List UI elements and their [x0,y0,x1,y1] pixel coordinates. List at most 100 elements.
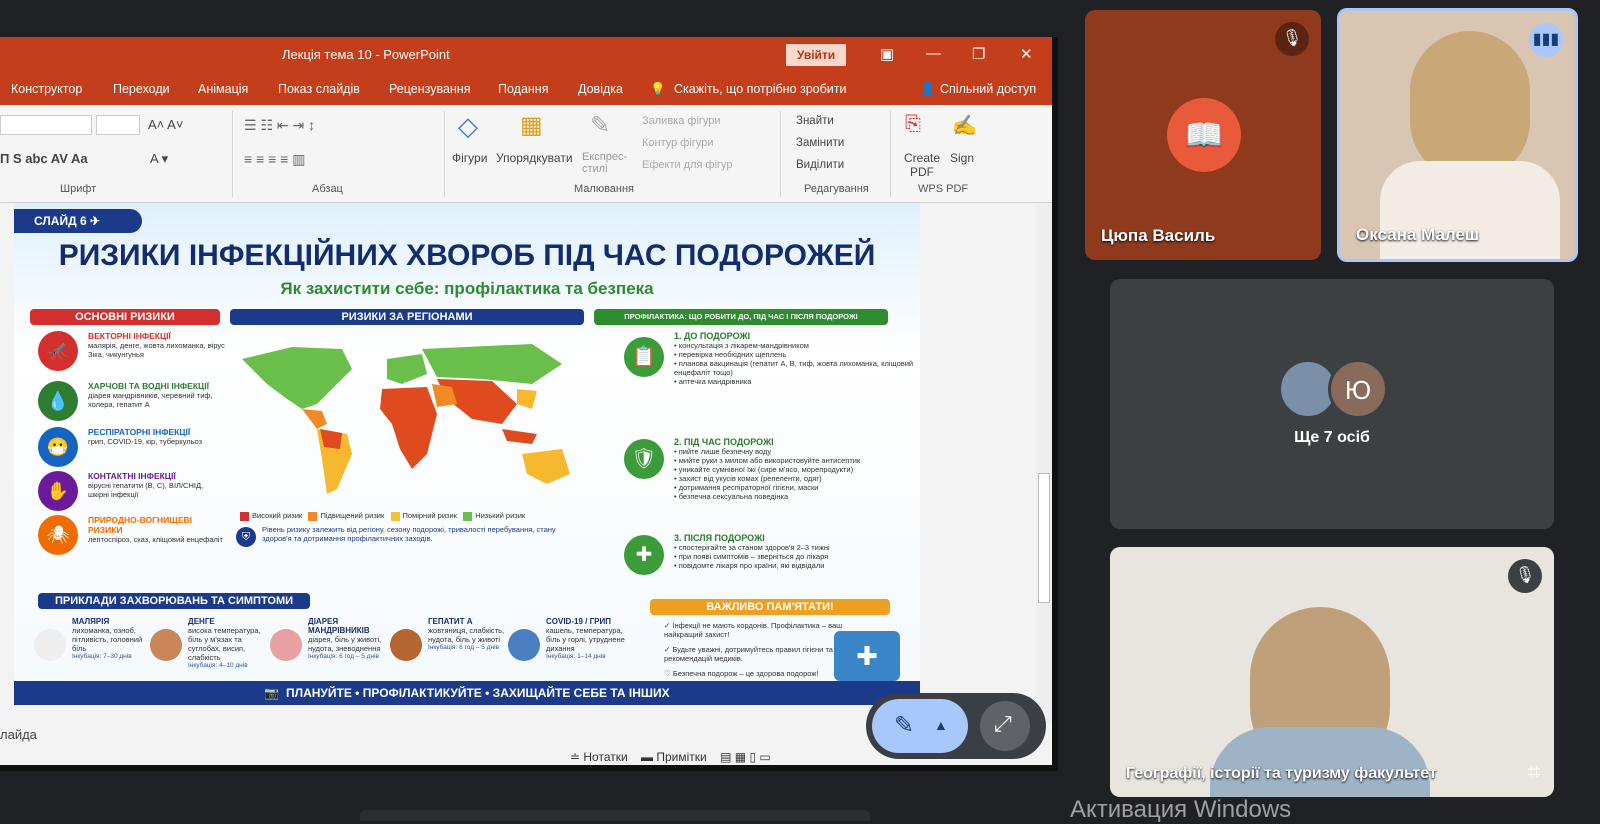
title-bar: Лекція тема 10 - PowerPoint Увійти ▣ — ❐… [0,37,1052,71]
group-editing-label: Редагування [804,183,869,195]
shapes-button[interactable]: Фігури [452,151,487,165]
liver-icon [390,629,422,661]
step-item: безпечна сексуальна поведінка [678,492,789,501]
comments-button[interactable]: ▬ Примітки [641,750,707,764]
disease-symptoms: висока температура, біль у м'язах та суг… [188,626,261,662]
find-button[interactable]: Знайти [796,115,834,127]
first-aid-kit-icon: ✚ [834,631,900,681]
risk-title: ПРИРОДНО-ВОГНИЩЕВІ РИЗИКИ [88,515,193,535]
shape-fill-button[interactable]: Заливка фігури [642,115,721,127]
grow-font-icon[interactable]: A˄ A˅ [148,117,183,132]
notes-button[interactable]: ≐ Нотатки [570,750,628,764]
view-buttons[interactable]: ▤ ▦ ▯ ▭ [720,750,771,764]
tab-slideshow[interactable]: Показ слайдів [278,82,360,96]
annotate-button[interactable]: ✎ ▲ [872,699,968,753]
disease-name: МАЛЯРІЯ [72,617,110,626]
disease-symptoms: жовтяниця, слабкість, нудота, біль у жив… [428,626,505,644]
close-icon[interactable]: ✕ [1020,45,1033,63]
disease-name: ДЕНГЕ [188,617,215,626]
participant-tile[interactable]: 🎙 Географії, історії та туризму факульте… [1110,547,1554,797]
shape-outline-button[interactable]: Контур фігури [642,137,713,149]
font-color-icon[interactable]: A ▾ [150,151,168,167]
tell-me-search[interactable]: Скажіть, що потрібно зробити [674,82,847,96]
shapes-icon[interactable]: ◇ [458,111,478,142]
pen-icon: ✎ [894,712,915,739]
water-drop-icon: 💧 [38,381,78,421]
legend-label: Низький ризик [475,511,526,520]
shield-icon: ⛨ [236,527,256,547]
speaking-indicator-icon: ▮▮▮ [1529,23,1563,57]
tab-design[interactable]: Конструктор [11,82,82,96]
camera-icon: 📷 [264,686,280,700]
slide-footer: 📷 ПЛАНУЙТЕ • ПРОФІЛАКТИКУЙТЕ • ЗАХИЩАЙТЕ… [14,681,920,705]
align-icons[interactable]: ≡ ≡ ≡ ≡ ▥ [244,151,305,168]
skin-rash-icon [150,629,182,661]
group-font-label: Шрифт [60,183,97,195]
slide-canvas[interactable]: СЛАЙД 6 ✈ РИЗИКИ ІНФЕКЦІЙНИХ ХВОРОБ ПІД … [14,203,920,705]
disease-name: ГЕПАТИТ А [428,617,473,626]
replace-button[interactable]: Замінити [796,137,844,149]
risk-item: 🦟 ВЕКТОРНІ ІНФЕКЦІЇ малярія, денге, жовта … [38,331,228,379]
disease-incubation: Інкубація: 7–30 днів [72,653,132,660]
separator [444,111,445,197]
risk-text: вірусні гепатити (В, С), ВІЛ/СНІД, шкірн… [88,481,204,499]
quick-styles-button[interactable]: Експрес-стилі [582,151,632,175]
tab-animation[interactable]: Анімація [198,82,248,96]
select-button[interactable]: Виділити [796,159,844,171]
list-icons[interactable]: ☰ ☷ ⇤ ⇥ ↕ [244,117,315,134]
participant-tile[interactable]: 🎙 📖 Цюпа Василь [1085,10,1321,260]
group-pdf-label: WPS PDF [918,183,969,195]
examples-header: ПРИКЛАДИ ЗАХВОРЮВАНЬ ТА СИМПТОМИ [38,593,310,609]
font-format-icons[interactable]: П S abc AV Aa [0,151,88,166]
participant-tile-speaking[interactable]: ▮▮▮ Оксана Малеш [1337,8,1578,262]
sign-icon[interactable]: ✍ [952,113,977,138]
font-size-box[interactable] [96,115,140,135]
map-legend: Високий ризик Підвищений ризик Помірний … [240,511,525,521]
notes-pane[interactable]: лайда [0,727,37,742]
expand-button[interactable]: ⤢ [980,701,1030,751]
crop-icon[interactable]: ⌗ [1528,759,1540,785]
legend-label: Підвищений ризик [320,511,385,520]
maximize-icon[interactable]: ❐ [972,45,985,63]
virus-icon [508,629,540,661]
tab-view[interactable]: Подання [498,82,548,96]
arrange-icon[interactable]: ▦ [520,111,543,140]
shared-screen: Лекція тема 10 - PowerPoint Увійти ▣ — ❐… [0,37,1058,771]
disease-incubation: Інкубація: 1–14 днів [546,653,606,660]
disease-name: ДІАРЕЯ МАНДРІВНИКІВ [308,617,370,635]
tab-help[interactable]: Довідка [578,82,623,96]
vertical-scrollbar[interactable] [1036,203,1052,723]
mosquito-icon: 🦟 [38,331,78,371]
mic-off-icon: 🎙 [1508,559,1542,593]
important-item: Будьте уважні, дотримуйтесь правил гігіє… [664,645,833,663]
medical-cross-icon: ✚ [624,535,664,575]
create-pdf-button[interactable]: Create PDF [900,151,944,179]
step-title: 3. ПІСЛЯ ПОДОРОЖІ [674,533,765,543]
tab-transitions[interactable]: Переходи [113,82,170,96]
minimize-icon[interactable]: — [926,45,941,62]
separator [780,111,781,197]
step-item: перевірка необхідних щеплень [678,350,787,359]
font-name-box[interactable] [0,115,92,135]
legend-swatch [463,511,473,521]
disease-symptoms: діарея, біль у животі, нудота, зневоднен… [308,635,382,653]
participant-video [1410,31,1530,181]
pdf-icon[interactable]: ⎘ [905,113,921,136]
signin-button[interactable]: Увійти [786,44,846,66]
shape-effects-button[interactable]: Ефекти для фігур [642,159,733,171]
scrollbar-thumb[interactable] [1038,473,1050,603]
others-tile[interactable]: Ю Ще 7 осіб [1110,279,1554,529]
quick-styles-icon[interactable]: ✎ [590,111,610,140]
step-item: аптечка мандрівника [678,377,752,386]
risk-text: грип, COVID-19, кір, туберкульоз [88,437,203,446]
share-button[interactable]: Спільний доступ [940,82,1036,96]
step-item: повідомте лікаря про країни, які відвіда… [678,561,825,570]
bottom-bar [360,810,870,821]
disease-incubation: Інкубація: 6 год – 5 днів [428,644,499,651]
tab-review[interactable]: Рецензування [389,82,470,96]
sign-button[interactable]: Sign [950,151,974,165]
legend-label: Високий ризик [252,511,303,520]
ribbon-display-icon[interactable]: ▣ [880,45,894,63]
risk-item: 😷 РЕСПІРАТОРНІ ІНФЕКЦІЇ грип, COVID-19, кі… [38,427,228,471]
arrange-button[interactable]: Упорядкувати [496,151,573,165]
